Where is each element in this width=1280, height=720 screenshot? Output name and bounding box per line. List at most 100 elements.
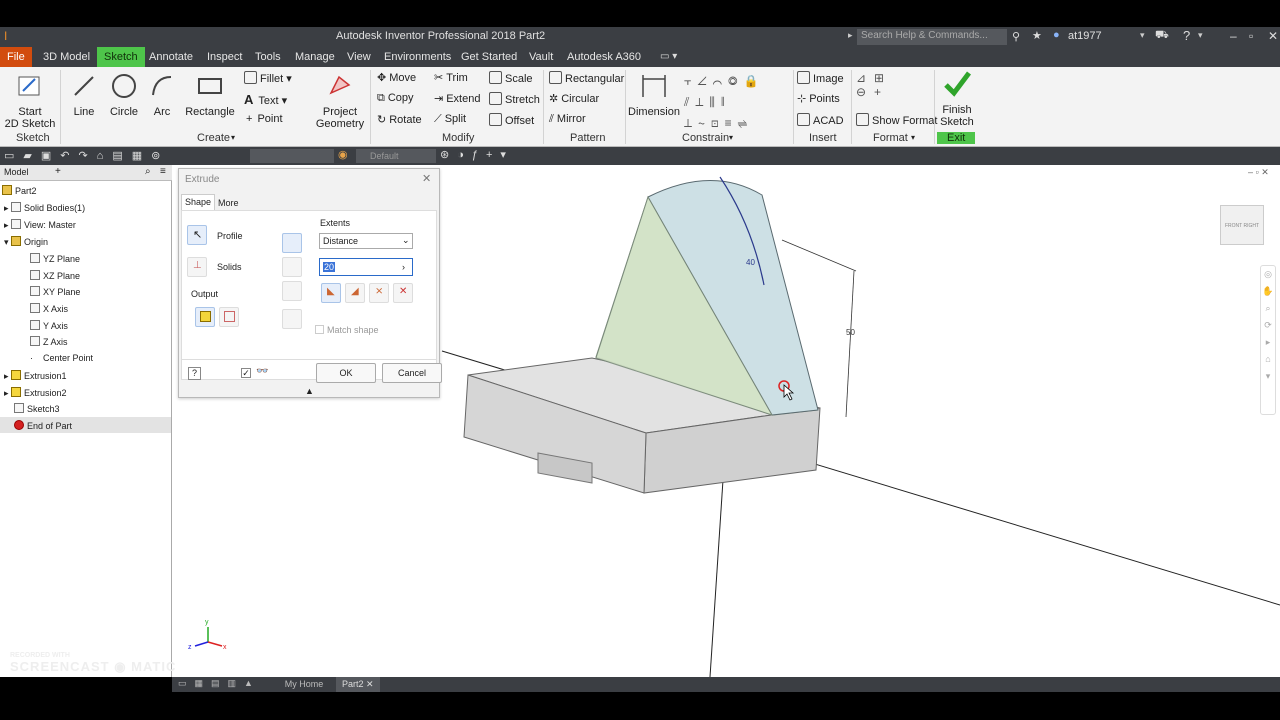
tab-file[interactable]: File xyxy=(0,47,32,67)
direction-asymmetric-button[interactable]: ✕ xyxy=(393,283,413,303)
solids-select-button[interactable]: ⊥ xyxy=(187,257,207,277)
tree-item-extrusion2[interactable]: ▸ Extrusion2 xyxy=(4,387,67,399)
extents-dropdown[interactable]: Distance ⌄ xyxy=(319,233,413,249)
rotate-button[interactable]: ↻ Rotate xyxy=(377,113,422,126)
tab-manage[interactable]: Manage xyxy=(288,47,342,67)
fillet-button[interactable]: Fillet ▾ xyxy=(244,71,292,85)
tree-item-sketch3[interactable]: Sketch3 xyxy=(14,403,60,414)
cart-icon[interactable]: ⛟ xyxy=(1155,29,1169,43)
user-name[interactable]: at1977 xyxy=(1068,30,1102,42)
viewport-window-controls[interactable]: – ▫ ✕ xyxy=(1248,167,1269,178)
tab-annotate[interactable]: Annotate xyxy=(142,47,200,67)
constraint-icons[interactable]: ⫟∠⌒◎🔒 ⫽⊥⫼∥ ⟂∼⊡≡⇌ xyxy=(684,71,792,130)
tab-get-started[interactable]: Get Started xyxy=(454,47,524,67)
material-dropdown[interactable] xyxy=(250,149,334,163)
bottom-nav-icons[interactable]: ▭▦▤▥▲ xyxy=(178,678,261,689)
tree-item-origin[interactable]: ▾ Origin xyxy=(4,236,48,248)
tree-item-center-point[interactable]: · Center Point xyxy=(30,353,93,363)
appearance-dropdown[interactable]: Default xyxy=(356,149,436,163)
browser-tab-model[interactable]: Model xyxy=(4,167,29,177)
acad-button[interactable]: ACAD xyxy=(797,113,844,127)
app-logo-icon[interactable]: I xyxy=(4,29,14,43)
tree-item-z-axis[interactable]: Z Axis xyxy=(30,336,68,347)
move-button[interactable]: ✥ Move xyxy=(377,71,416,84)
help-icon[interactable]: ? xyxy=(1183,28,1190,43)
qat-icons[interactable]: ▭▰▣↶↷⌂▤▦⊚ xyxy=(4,149,169,162)
close-tab-icon[interactable]: ✕ xyxy=(366,679,374,689)
tree-item-xy-plane[interactable]: XY Plane xyxy=(30,286,80,297)
tab-more[interactable]: More xyxy=(218,198,239,208)
rectangular-pattern-button[interactable]: Rectangular xyxy=(549,71,624,85)
tree-item-end-of-part[interactable]: End of Part xyxy=(14,420,72,431)
tree-item-y-axis[interactable]: Y Axis xyxy=(30,320,68,331)
ribbon-display-icon[interactable]: ▭ ▾ xyxy=(660,51,677,62)
image-button[interactable]: Image xyxy=(797,71,844,85)
rectangle-button[interactable]: Rectangle xyxy=(184,71,236,118)
profile-select-button[interactable]: ↖ xyxy=(187,225,207,245)
favorites-icon[interactable]: ★ xyxy=(1032,29,1042,42)
tab-view[interactable]: View xyxy=(340,47,378,67)
start-2d-sketch-button[interactable]: Start 2D Sketch xyxy=(4,71,56,130)
tree-item-xz-plane[interactable]: XZ Plane xyxy=(30,270,80,281)
output-solid-button[interactable] xyxy=(195,307,215,327)
distance-input[interactable]: 20 › xyxy=(319,258,413,276)
tree-item-extrusion1[interactable]: ▸ Extrusion1 xyxy=(4,370,67,382)
stretch-button[interactable]: Stretch xyxy=(489,92,540,106)
search-arrow-icon[interactable]: ▸ xyxy=(848,30,853,41)
menu-icon[interactable]: ≡ xyxy=(160,166,166,177)
direction-symmetric-button[interactable]: ⨯ xyxy=(369,283,389,303)
tab-my-home[interactable]: My Home xyxy=(274,677,334,692)
format-dropdown-icon[interactable]: ▾ xyxy=(911,133,915,142)
chevron-right-icon[interactable]: › xyxy=(402,262,405,272)
mirror-button[interactable]: ⫽ Mirror xyxy=(549,113,586,126)
join-button[interactable] xyxy=(282,233,302,253)
tab-autodesk-a360[interactable]: Autodesk A360 xyxy=(560,47,648,67)
tab-3d-model[interactable]: 3D Model xyxy=(36,47,97,67)
project-geometry-button[interactable]: Project Geometry xyxy=(312,71,368,130)
search-icon[interactable]: ⌕ xyxy=(145,166,151,177)
tab-sketch[interactable]: Sketch xyxy=(97,47,145,67)
tree-item-yz-plane[interactable]: YZ Plane xyxy=(30,253,80,264)
minimize-icon[interactable]: – xyxy=(1230,29,1237,43)
scale-button[interactable]: Scale xyxy=(489,71,533,85)
viewcube[interactable]: FRONT RIGHT xyxy=(1220,205,1264,245)
direction-flipped-button[interactable]: ◢ xyxy=(345,283,365,303)
cut-button[interactable] xyxy=(282,257,302,277)
copy-button[interactable]: ⧉ Copy xyxy=(377,92,414,105)
add-tab-icon[interactable]: + xyxy=(55,166,61,177)
maximize-icon[interactable]: ▫ xyxy=(1249,29,1253,43)
show-format-button[interactable]: Show Format xyxy=(856,113,937,127)
cancel-button[interactable]: Cancel xyxy=(382,363,442,383)
intersect-button[interactable] xyxy=(282,281,302,301)
dimension-button[interactable]: Dimension xyxy=(628,71,680,118)
format-icons[interactable]: ⊿⊞ ⊖+ xyxy=(856,71,892,99)
create-dropdown-icon[interactable]: ▾ xyxy=(231,133,235,142)
dialog-close-icon[interactable]: ✕ xyxy=(422,172,431,185)
direction-default-button[interactable]: ◣ xyxy=(321,283,341,303)
tab-environments[interactable]: Environments xyxy=(377,47,458,67)
navigation-bar[interactable]: ◎ ✋ ⌕ ⟳ ▸ ⌂ ▾ xyxy=(1260,265,1276,415)
tree-item-view-master[interactable]: ▸ View: Master xyxy=(4,219,76,231)
text-button[interactable]: A Text ▾ xyxy=(244,92,287,107)
split-button[interactable]: ⟋ Split xyxy=(434,113,466,126)
tab-vault[interactable]: Vault xyxy=(522,47,560,67)
trim-button[interactable]: ✂ Trim xyxy=(434,71,468,84)
arc-button[interactable]: Arc xyxy=(146,71,178,118)
qat-more-icons[interactable]: ⊛◑ƒ+▾ xyxy=(440,148,514,161)
preview-checkbox[interactable]: ✓ xyxy=(241,368,251,378)
extend-button[interactable]: ⇥ Extend xyxy=(434,92,480,105)
binoculars-icon[interactable]: ⚲ xyxy=(1012,30,1020,43)
tree-item-x-axis[interactable]: X Axis xyxy=(30,303,68,314)
line-button[interactable]: Line xyxy=(66,71,102,118)
offset-button[interactable]: Offset xyxy=(489,113,534,127)
tree-item-solid-bodies[interactable]: ▸ Solid Bodies(1) xyxy=(4,202,85,214)
finish-sketch-button[interactable]: Finish Sketch xyxy=(936,69,978,128)
tab-inspect[interactable]: Inspect xyxy=(200,47,249,67)
panel-label-format[interactable]: Format xyxy=(873,132,908,144)
help-dropdown-icon[interactable]: ▾ xyxy=(1198,30,1203,41)
tree-item-part2[interactable]: Part2 xyxy=(2,185,37,196)
help-icon[interactable]: ? xyxy=(188,367,201,380)
ok-button[interactable]: OK xyxy=(316,363,376,383)
output-surface-button[interactable] xyxy=(219,307,239,327)
point-button[interactable]: + Point xyxy=(246,113,283,125)
